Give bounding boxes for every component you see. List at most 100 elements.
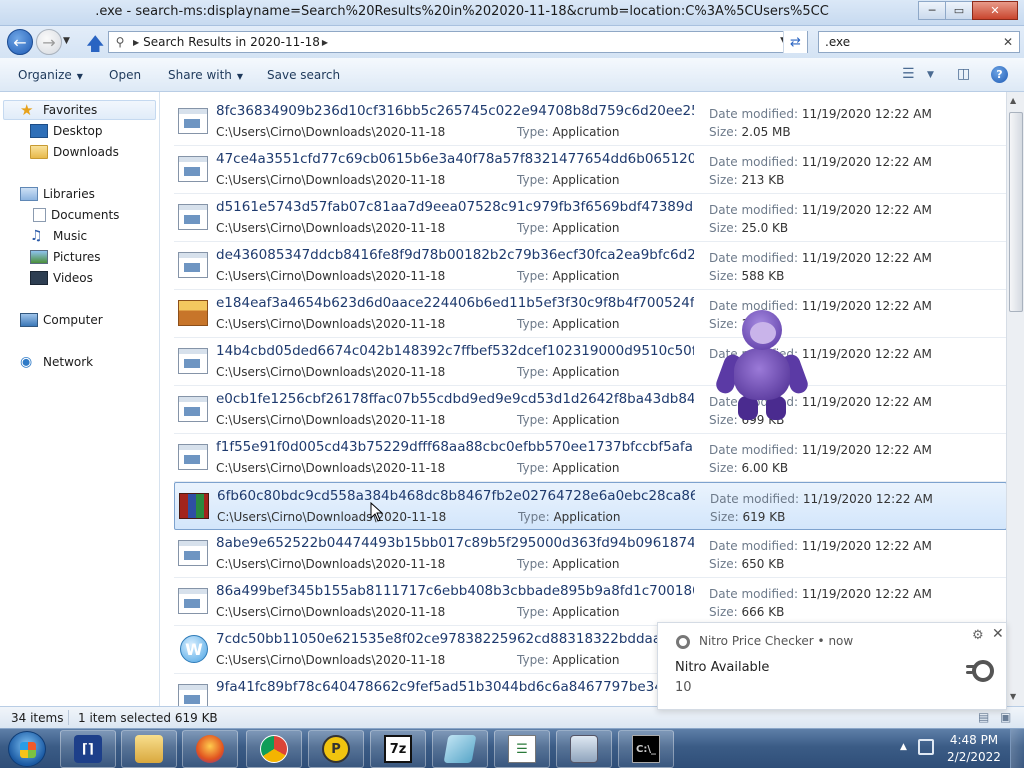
nav-desktop[interactable]: Desktop — [30, 121, 103, 141]
vertical-scrollbar[interactable]: ▲ ▼ — [1006, 92, 1024, 706]
taskbar-firefox[interactable] — [182, 730, 238, 768]
maximize-button[interactable]: ▭ — [945, 1, 973, 20]
file-row[interactable]: 6fb60c80bdc9cd558a384b468dc8b8467fb2e027… — [174, 482, 1006, 530]
file-type: Type: Application — [517, 365, 620, 379]
file-name: 8fc36834909b236d10cf316bb5c265745c022e94… — [216, 103, 694, 119]
share-with-button[interactable]: Share with ▼ — [168, 68, 243, 82]
p-app-icon: P — [322, 735, 350, 763]
app-icon — [178, 108, 208, 134]
nav-network[interactable]: ◉ Network — [20, 352, 93, 372]
file-type: Type: Application — [518, 510, 621, 524]
breadcrumb-chevron-icon[interactable]: ▶ — [133, 38, 139, 47]
file-path: C:\Users\Cirno\Downloads\2020-11-18 — [216, 413, 446, 427]
notepad-icon — [443, 735, 477, 763]
file-row[interactable]: 86a499bef345b155ab8111717c6ebb408b3cbbad… — [174, 578, 1006, 626]
windows-logo-icon — [20, 742, 36, 758]
taskbar-network-app[interactable]: ⌈⌉ — [60, 730, 116, 768]
nav-pictures[interactable]: Pictures — [30, 247, 101, 267]
scroll-up-icon[interactable]: ▲ — [1010, 96, 1016, 105]
file-explorer-icon — [135, 735, 163, 763]
app-icon — [178, 348, 208, 374]
close-button[interactable]: ✕ — [972, 1, 1018, 20]
file-row[interactable]: d5161e5743d57fab07c81aa7d9eea07528c91c97… — [174, 194, 1006, 242]
file-size: Size: 6.00 KB — [709, 461, 789, 475]
nav-documents[interactable]: Documents — [30, 205, 119, 225]
large-icons-view-icon[interactable]: ▣ — [1000, 710, 1011, 724]
chrome-icon — [260, 735, 288, 763]
forward-button[interactable]: → — [36, 29, 62, 55]
save-search-button[interactable]: Save search — [267, 68, 340, 82]
nav-videos[interactable]: Videos — [30, 268, 93, 288]
scroll-down-icon[interactable]: ▼ — [1010, 692, 1016, 701]
file-date-modified: Date modified: 11/19/2020 12:22 AM — [710, 492, 933, 506]
search-input[interactable] — [825, 35, 995, 49]
nitro-notification[interactable]: Nitro Price Checker • now ⚙ ✕ Nitro Avai… — [657, 622, 1007, 710]
scrollbar-thumb[interactable] — [1009, 112, 1023, 312]
taskbar-command-prompt[interactable]: C:\_ — [618, 730, 674, 768]
taskbar-notepad[interactable] — [432, 730, 488, 768]
recent-pages-dropdown[interactable]: ▼ — [63, 36, 70, 46]
notification-source: Nitro Price Checker • now — [699, 634, 854, 648]
documents-icon — [33, 208, 46, 222]
file-name: 47ce4a3551cfd77c69cb0615b6e3a40f78a57f83… — [216, 151, 694, 167]
taskbar-chrome[interactable] — [246, 730, 302, 768]
help-icon[interactable]: ? — [991, 66, 1008, 83]
file-size: Size: 213 KB — [709, 173, 785, 187]
gear-icon[interactable]: ⚙ — [972, 628, 984, 643]
file-date-modified: Date modified: 11/19/2020 12:22 AM — [709, 155, 932, 169]
nav-music[interactable]: ♫ Music — [30, 226, 87, 246]
file-size: Size: 2.05 MB — [709, 125, 791, 139]
open-button[interactable]: Open — [109, 68, 141, 82]
clock-date[interactable]: 2/2/2022 — [944, 750, 1004, 764]
taskbar-7zip[interactable]: 7z — [370, 730, 426, 768]
file-type: Type: Application — [517, 413, 620, 427]
file-row[interactable]: f1f55e91f0d005cd43b75229dfff68aa88cbc0ef… — [174, 434, 1006, 482]
organize-button[interactable]: Organize ▼ — [18, 68, 83, 82]
change-view-icon[interactable]: ☰ — [902, 66, 915, 82]
nav-favorites[interactable]: ★ Favorites — [20, 100, 97, 120]
address-bar[interactable]: ⚲ ▶ Search Results in 2020-11-18 ▶ ▼ — [108, 31, 808, 53]
breadcrumb-search-results[interactable]: Search Results in 2020-11-18 — [143, 35, 320, 49]
refresh-icon[interactable]: ⇄ — [783, 31, 807, 53]
back-button[interactable]: ← — [7, 29, 33, 55]
file-path: C:\Users\Cirno\Downloads\2020-11-18 — [216, 653, 446, 667]
firefox-icon — [196, 735, 224, 763]
taskbar-file-explorer[interactable] — [121, 730, 177, 768]
taskbar-p-app[interactable]: P — [308, 730, 364, 768]
details-view-icon[interactable]: ▤ — [978, 710, 989, 724]
show-desktop-button[interactable] — [1010, 729, 1024, 768]
system-tray: ▲ 4:48 PM 2/2/2022 — [894, 729, 1024, 768]
taskbar-list-app[interactable]: ☰ — [494, 730, 550, 768]
file-row[interactable]: de436085347ddcb8416fe8f9d78b00182b2c79b3… — [174, 242, 1006, 290]
app-icon — [178, 684, 208, 706]
file-type: Type: Application — [517, 221, 620, 235]
clock-time[interactable]: 4:48 PM — [944, 733, 1004, 747]
file-row[interactable]: 8fc36834909b236d10cf316bb5c265745c022e94… — [174, 98, 1006, 146]
file-size: Size: 588 KB — [709, 269, 785, 283]
minimize-button[interactable]: ─ — [918, 1, 946, 20]
nav-libraries[interactable]: Libraries — [20, 184, 95, 204]
command-bar: Organize ▼ Open Share with ▼ Save search ☰… — [0, 58, 1024, 92]
network-icon: ◉ — [20, 354, 33, 370]
show-hidden-icons-icon[interactable]: ▲ — [900, 742, 907, 752]
nav-computer[interactable]: Computer — [20, 310, 103, 330]
search-box[interactable]: ✕ — [818, 31, 1020, 53]
taskbar-task-manager[interactable] — [556, 730, 612, 768]
nav-downloads[interactable]: Downloads — [30, 142, 119, 162]
view-options-chevron-icon[interactable]: ▼ — [927, 70, 934, 80]
start-button[interactable] — [8, 731, 46, 767]
file-row[interactable]: e0cb1fe1256cbf26178ffac07b55cdbd9ed9e9cd… — [174, 386, 1006, 434]
purple-gorilla-assistant[interactable] — [713, 310, 811, 422]
file-row[interactable]: 8abe9e652522b04474493b15bb017c89b5f29500… — [174, 530, 1006, 578]
breadcrumb-chevron-icon[interactable]: ▶ — [322, 38, 328, 47]
file-name: 9fa41fc89bf78c640478662c9fef5ad51b3044bd… — [216, 679, 681, 695]
network-status-icon[interactable] — [918, 739, 934, 755]
pictures-icon — [30, 250, 48, 264]
file-name: f1f55e91f0d005cd43b75229dfff68aa88cbc0ef… — [216, 439, 694, 455]
file-row[interactable]: e184eaf3a4654b623d6d0aace224406b6ed11b5e… — [174, 290, 1006, 338]
preview-pane-icon[interactable]: ◫ — [957, 66, 970, 82]
clear-search-icon[interactable]: ✕ — [1003, 35, 1013, 49]
file-row[interactable]: 47ce4a3551cfd77c69cb0615b6e3a40f78a57f83… — [174, 146, 1006, 194]
file-row[interactable]: 14b4cbd05ded6674c042b148392c7ffbef532dce… — [174, 338, 1006, 386]
notification-close-icon[interactable]: ✕ — [992, 626, 1004, 642]
